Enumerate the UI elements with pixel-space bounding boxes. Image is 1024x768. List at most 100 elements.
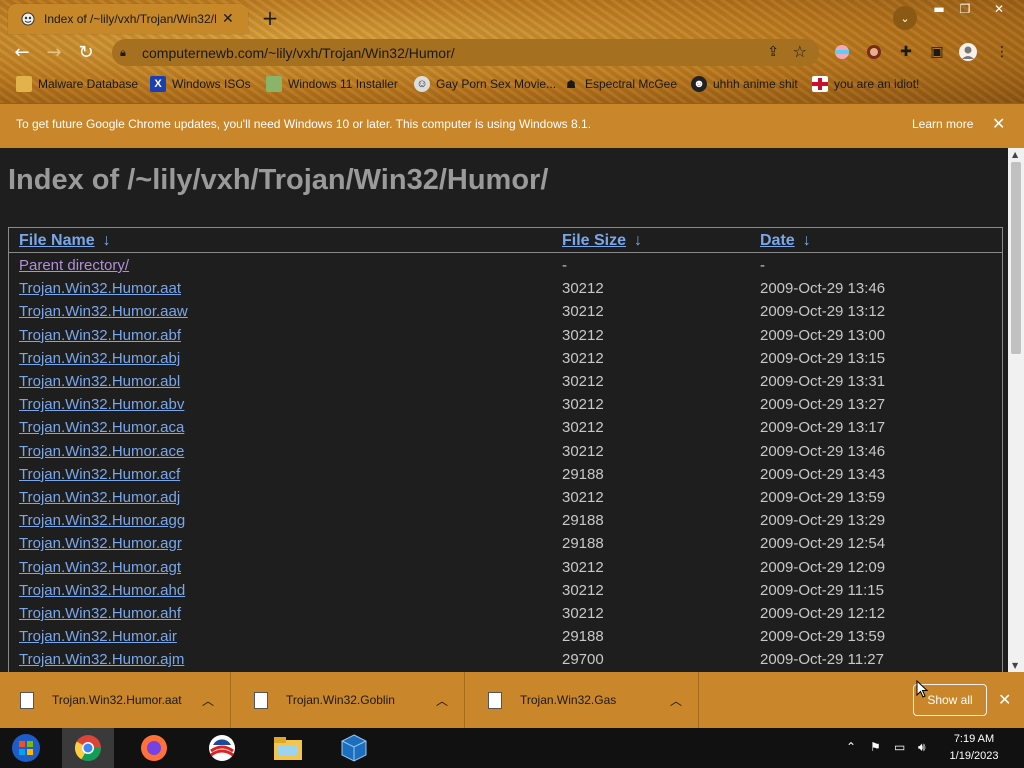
file-link[interactable]: Trojan.Win32.Humor.agg xyxy=(19,512,185,529)
table-row: Trojan.Win32.Humor.agr 29188 2009-Oct-29 1… xyxy=(9,535,1002,558)
file-link[interactable]: Trojan.Win32.Humor.agt xyxy=(19,559,181,576)
back-arrow-icon[interactable]: ← xyxy=(10,40,34,64)
window-restore-button[interactable]: ❐ xyxy=(952,0,978,18)
update-infobar: To get future Google Chrome updates, you… xyxy=(0,103,1024,149)
file-link[interactable]: Trojan.Win32.Humor.air xyxy=(19,628,177,645)
file-date: 2009-Oct-29 13:46 xyxy=(760,280,886,298)
file-size: 30212 xyxy=(562,373,604,390)
vertical-scrollbar[interactable]: ▲ ▼ xyxy=(1008,148,1024,672)
window-minimize-button[interactable]: ▬ xyxy=(926,0,952,18)
column-header-label[interactable]: File Name xyxy=(19,232,95,249)
file-link[interactable]: Trojan.Win32.Humor.ahd xyxy=(19,582,185,599)
chevron-up-icon[interactable]: ︿ xyxy=(670,692,682,709)
new-tab-button[interactable]: + xyxy=(258,6,282,30)
file-link[interactable]: Trojan.Win32.Humor.abv xyxy=(19,396,184,413)
file-link[interactable]: Trojan.Win32.Humor.aat xyxy=(19,280,181,297)
network-icon[interactable]: ▭ xyxy=(894,740,905,754)
file-date: 2009-Oct-29 13:46 xyxy=(760,442,886,460)
file-size: 29188 xyxy=(562,628,604,646)
download-item[interactable]: Trojan.Win32.Gas ︿ xyxy=(468,672,699,728)
file-link[interactable]: Trojan.Win32.Humor.ace xyxy=(19,443,184,460)
bookmark-label: Gay Porn Sex Movie... xyxy=(436,77,557,91)
browser-tab-active[interactable]: Index of /~lily/vxh/Trojan/Win32/Humor/ … xyxy=(8,4,248,34)
address-bar[interactable]: 🔒︎ computernewb.com/~lily/vxh/Trojan/Win… xyxy=(112,39,819,66)
bookmark-label: Windows ISOs xyxy=(172,77,251,91)
file-date: 2009-Oct-29 12:09 xyxy=(760,558,886,576)
system-clock[interactable]: 7:19 AM 1/19/2023 xyxy=(942,731,1006,765)
start-icon[interactable] xyxy=(0,728,52,768)
file-link[interactable]: Trojan.Win32.Humor.abj xyxy=(19,350,180,367)
download-item[interactable]: Trojan.Win32.Goblin ︿ xyxy=(234,672,465,728)
file-link[interactable]: Trojan.Win32.Humor.aca xyxy=(19,419,184,436)
action-center-flag-icon[interactable]: ⚑ xyxy=(870,740,881,754)
column-header-label[interactable]: Date xyxy=(760,232,795,249)
bookmark-you-are-an-idiot[interactable]: you are an idiot! xyxy=(812,74,919,94)
firefox-icon[interactable] xyxy=(128,728,180,768)
column-header-file-name[interactable]: File Name ↓ xyxy=(19,232,111,250)
column-header-label[interactable]: File Size xyxy=(562,232,626,249)
file-size: 30212 xyxy=(562,442,604,460)
file-link[interactable]: Trojan.Win32.Humor.ahf xyxy=(19,605,181,622)
column-header-date[interactable]: Date ↓ xyxy=(760,232,811,250)
bookmark-movie[interactable]: ☺ Gay Porn Sex Movie... xyxy=(414,74,556,94)
file-explorer-icon[interactable] xyxy=(262,728,314,768)
reload-icon[interactable]: ↻ xyxy=(74,40,98,64)
tab-close-icon[interactable]: ✕ xyxy=(222,11,234,27)
scroll-up-arrow-icon[interactable]: ▲ xyxy=(1012,150,1018,159)
bookmark-windows-isos[interactable]: X Windows ISOs xyxy=(150,74,251,94)
volume-icon[interactable]: 🔊︎ xyxy=(918,740,926,755)
file-link[interactable]: Trojan.Win32.Humor.adj xyxy=(19,489,180,506)
infobar-close-icon[interactable]: ✕ xyxy=(992,114,1005,133)
file-size: 30212 xyxy=(562,280,604,298)
bookmark-anime[interactable]: ☻ uhhh anime shit xyxy=(691,74,798,94)
tray-overflow-icon[interactable]: ⌃ xyxy=(846,740,856,754)
extension-flag-icon[interactable] xyxy=(832,42,852,62)
table-row: Trojan.Win32.Humor.agg 29188 2009-Oct-29 1… xyxy=(9,512,1002,535)
side-panel-icon[interactable]: ▣ xyxy=(927,42,947,62)
file-link[interactable]: Trojan.Win32.Humor.agr xyxy=(19,535,182,552)
bookmark-espectral-mcgee[interactable]: ☗ Espectral McGee xyxy=(563,74,677,94)
file-link[interactable]: Trojan.Win32.Humor.abl xyxy=(19,373,180,390)
chrome-menu-icon[interactable]: ⋮ xyxy=(992,42,1012,62)
extensions-puzzle-icon[interactable]: ✚ xyxy=(896,42,916,62)
file-link[interactable]: Trojan.Win32.Humor.aaw xyxy=(19,303,188,320)
url-text[interactable]: computernewb.com/~lily/vxh/Trojan/Win32/… xyxy=(142,45,455,61)
download-item[interactable]: Trojan.Win32.Humor.aat ︿ xyxy=(0,672,231,728)
file-link[interactable]: Trojan.Win32.Humor.acf xyxy=(19,466,180,483)
share-icon[interactable]: ⇪ xyxy=(767,44,779,60)
bookmark-malware-database[interactable]: Malware Database xyxy=(16,74,138,94)
obama-app-icon[interactable] xyxy=(196,728,248,768)
window-close-button[interactable]: ✕ xyxy=(984,0,1014,18)
table-row: Trojan.Win32.Humor.abl 30212 2009-Oct-29 1… xyxy=(9,373,1002,396)
column-header-file-size[interactable]: File Size ↓ xyxy=(562,232,642,250)
tab-search-chevron-icon[interactable]: ⌄ xyxy=(893,6,917,30)
scroll-down-arrow-icon[interactable]: ▼ xyxy=(1012,661,1018,670)
folder-icon xyxy=(16,76,32,92)
file-size: 30212 xyxy=(562,349,604,367)
chevron-up-icon[interactable]: ︿ xyxy=(436,692,448,709)
bookmark-star-icon[interactable]: ☆ xyxy=(793,42,807,61)
file-link[interactable]: Trojan.Win32.Humor.ajm xyxy=(19,651,184,668)
file-link[interactable]: Trojan.Win32.Humor.abf xyxy=(19,327,181,344)
profile-avatar-icon[interactable] xyxy=(958,42,978,62)
clock-date: 1/19/2023 xyxy=(949,750,999,762)
table-row: Trojan.Win32.Humor.ahd 30212 2009-Oct-29 1… xyxy=(9,582,1002,605)
anime-face-icon: ☻ xyxy=(691,76,707,92)
scrollbar-thumb[interactable] xyxy=(1011,162,1021,354)
forward-arrow-icon[interactable]: → xyxy=(42,40,66,64)
extension-avatar-icon[interactable] xyxy=(864,42,884,62)
file-date: 2009-Oct-29 13:29 xyxy=(760,512,886,530)
file-size: 30212 xyxy=(562,605,604,622)
bookmark-label: uhhh anime shit xyxy=(713,77,798,91)
file-date: 2009-Oct-29 12:12 xyxy=(760,605,886,622)
download-filename: Trojan.Win32.Goblin xyxy=(286,693,395,707)
table-row: Trojan.Win32.Humor.aat 30212 2009-Oct-29 1… xyxy=(9,280,1002,303)
chevron-up-icon[interactable]: ︿ xyxy=(202,692,214,709)
parent-directory-link[interactable]: Parent directory/ xyxy=(19,257,129,274)
chrome-icon[interactable] xyxy=(62,728,114,768)
bookmark-windows-11-installer[interactable]: Windows 11 Installer xyxy=(266,74,398,94)
close-download-shelf-icon[interactable]: ✕ xyxy=(998,690,1011,709)
learn-more-link[interactable]: Learn more xyxy=(912,117,973,131)
sort-arrow-icon: ↓ xyxy=(102,232,111,249)
virtualbox-icon[interactable] xyxy=(328,728,380,768)
